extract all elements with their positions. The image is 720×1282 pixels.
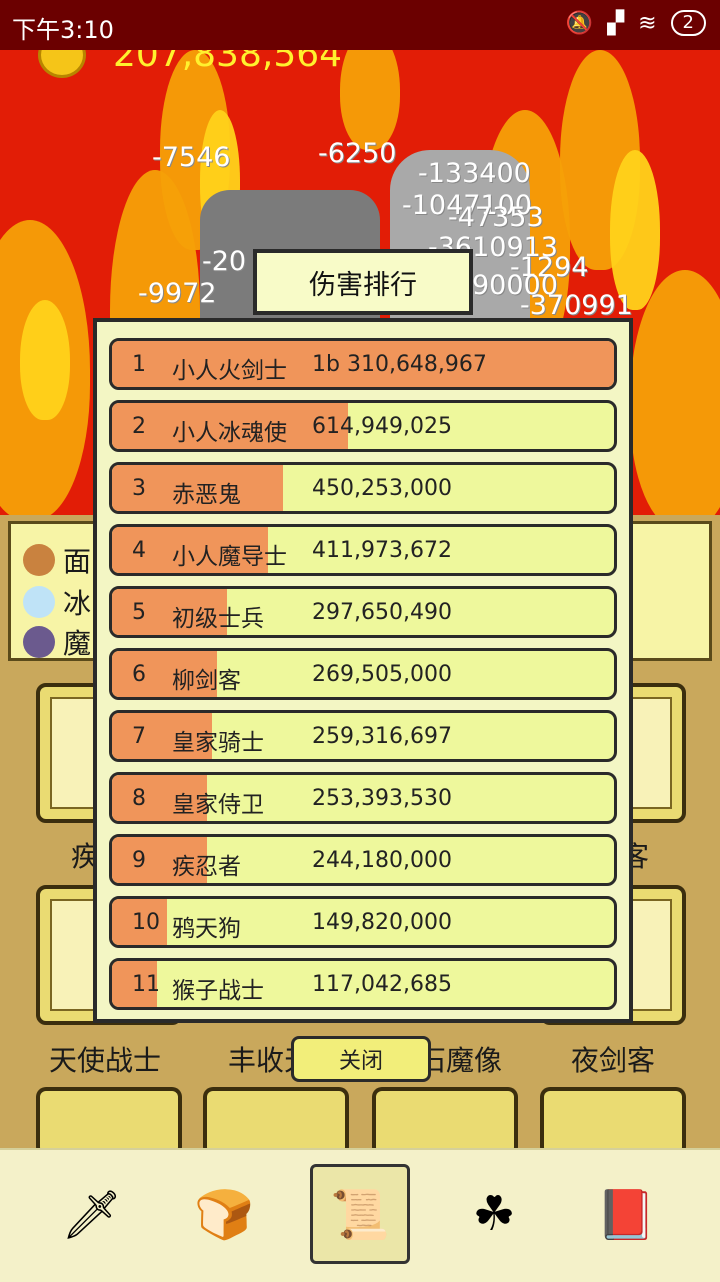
hero-name: 皇家骑士	[172, 730, 264, 756]
damage-number: -370991	[520, 290, 633, 321]
status-icons: 🔕 ▞ ≋ 2	[566, 10, 706, 36]
rank-number: 2	[132, 414, 146, 439]
hero-name: 猴子战士	[172, 978, 264, 1004]
buff-item: 面	[23, 540, 91, 580]
rank-number: 6	[132, 662, 146, 687]
snowflake-icon	[23, 586, 55, 618]
hero-name: 皇家侍卫	[172, 792, 264, 818]
damage-value: 253,393,530	[312, 786, 452, 811]
damage-value: 244,180,000	[312, 848, 452, 873]
buff-item: 魔	[23, 622, 91, 662]
status-time: 下午3:10	[12, 16, 114, 44]
hero-name: 小人冰魂使	[172, 420, 287, 446]
ranking-row: 11 猴子战士 117,042,685	[109, 958, 617, 1010]
ranking-panel[interactable]: 1 小人火剑士 1b 310,648,967 2 小人冰魂使 614,949,025 3 赤恶…	[93, 318, 633, 1023]
ranking-row: 2 小人冰魂使 614,949,025	[109, 400, 617, 452]
hero-name: 小人火剑士	[172, 358, 287, 384]
wifi-icon: ≋	[638, 10, 657, 36]
clover-icon[interactable]: ☘	[444, 1164, 544, 1264]
hero-name: 夜剑客	[570, 1044, 655, 1077]
ranking-row: 6 柳剑客 269,505,000	[109, 648, 617, 700]
ranking-row: 7 皇家骑士 259,316,697	[109, 710, 617, 762]
rank-number: 5	[132, 600, 146, 625]
damage-value: 297,650,490	[312, 600, 452, 625]
rank-number: 1	[132, 352, 146, 377]
damage-number: -7546	[152, 142, 231, 173]
hero-card[interactable]	[36, 1087, 182, 1157]
rank-number: 10	[132, 910, 160, 935]
hero-name: 初级士兵	[172, 606, 264, 632]
ranking-row: 1 小人火剑士 1b 310,648,967	[109, 338, 617, 390]
rank-number: 9	[132, 848, 146, 873]
hero-name: 赤恶鬼	[172, 482, 241, 508]
damage-number: -47353	[448, 202, 544, 233]
damage-number: -133400	[418, 158, 531, 189]
damage-value: 117,042,685	[312, 972, 452, 997]
damage-value: 614,949,025	[312, 414, 452, 439]
damage-value: 1b 310,648,967	[312, 352, 487, 377]
damage-value: 259,316,697	[312, 724, 452, 749]
status-bar: 下午3:10 🔕 ▞ ≋ 2	[0, 0, 720, 50]
bottom-nav: 🗡 🍞 📜 ☘ 📕	[0, 1148, 720, 1282]
hero-name: 鸦天狗	[172, 916, 241, 942]
rank-number: 8	[132, 786, 146, 811]
damage-number: -6250	[318, 138, 397, 169]
buff-label: 魔	[63, 627, 92, 660]
hero-name: 小人魔导士	[172, 544, 287, 570]
damage-number: -20	[202, 246, 247, 277]
damage-number: -9972	[138, 278, 217, 309]
bread-icon[interactable]: 🍞	[174, 1164, 274, 1264]
hero-name: 柳剑客	[172, 668, 241, 694]
ranking-row: 10 鸦天狗 149,820,000	[109, 896, 617, 948]
hero-card[interactable]	[372, 1087, 518, 1157]
scroll-icon[interactable]: 📜	[310, 1164, 410, 1264]
sword-icon[interactable]: 🗡	[42, 1164, 142, 1264]
damage-value: 450,253,000	[312, 476, 452, 501]
ranking-title: 伤害排行	[253, 249, 473, 315]
bread-icon	[23, 544, 55, 576]
hero-name: 天使战士	[48, 1044, 161, 1077]
book-icon[interactable]: 📕	[576, 1164, 676, 1264]
ranking-row: 9 疾忍者 244,180,000	[109, 834, 617, 886]
hero-card[interactable]	[203, 1087, 349, 1157]
signal-icon: ▞	[607, 10, 625, 36]
hero-name: 疾忍者	[172, 854, 241, 880]
close-button[interactable]: 关闭	[291, 1036, 431, 1082]
buff-label: 冰	[63, 587, 92, 620]
ranking-list[interactable]: 1 小人火剑士 1b 310,648,967 2 小人冰魂使 614,949,025 3 赤恶…	[109, 338, 617, 1019]
mute-icon: 🔕	[565, 10, 594, 36]
battery-icon: 2	[670, 10, 706, 36]
damage-value: 149,820,000	[312, 910, 452, 935]
rank-number: 7	[132, 724, 146, 749]
rank-number: 4	[132, 538, 146, 563]
ranking-row: 3 赤恶鬼 450,253,000	[109, 462, 617, 514]
rank-number: 11	[132, 972, 160, 997]
buff-item: 冰	[23, 582, 91, 622]
damage-value: 269,505,000	[312, 662, 452, 687]
magic-orb-icon	[23, 626, 55, 658]
ranking-row: 8 皇家侍卫 253,393,530	[109, 772, 617, 824]
buff-label: 面	[63, 545, 92, 578]
hero-card[interactable]	[540, 1087, 686, 1157]
ranking-row: 5 初级士兵 297,650,490	[109, 586, 617, 638]
ranking-row: 4 小人魔导士 411,973,672	[109, 524, 617, 576]
damage-value: 411,973,672	[312, 538, 452, 563]
rank-number: 3	[132, 476, 146, 501]
